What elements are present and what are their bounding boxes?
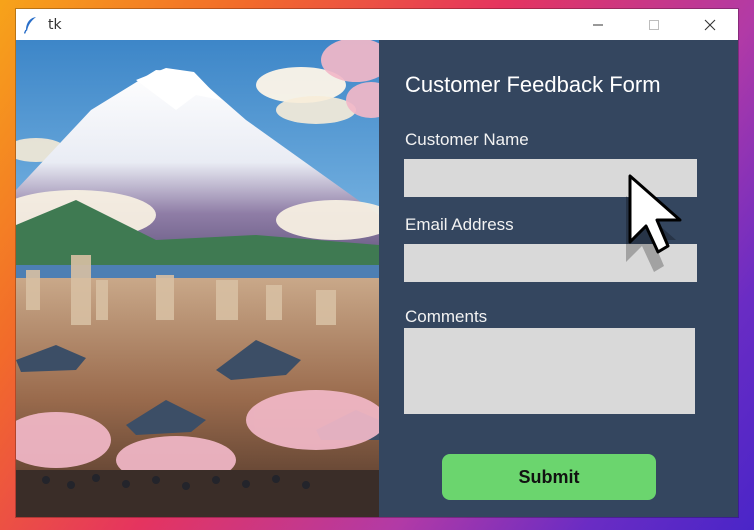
window-title: tk: [48, 16, 62, 33]
mount-fuji-cityscape-image: [16, 40, 379, 517]
customer-name-label: Customer Name: [405, 130, 529, 149]
feather-icon: [16, 9, 46, 40]
comments-textarea[interactable]: [404, 328, 695, 414]
form-title: Customer Feedback Form: [405, 72, 661, 97]
mouse-pointer-icon: [626, 174, 682, 272]
maximize-icon[interactable]: [626, 9, 682, 40]
comments-label: Comments: [405, 307, 488, 326]
email-address-label: Email Address: [405, 215, 514, 234]
feedback-form-panel: Customer Feedback Form Customer Name Ema…: [379, 40, 738, 517]
close-icon[interactable]: [682, 9, 738, 40]
minimize-icon[interactable]: [570, 9, 626, 40]
window-controls: [570, 9, 738, 40]
title-bar[interactable]: tk: [16, 9, 738, 40]
submit-button[interactable]: Submit: [442, 454, 656, 500]
